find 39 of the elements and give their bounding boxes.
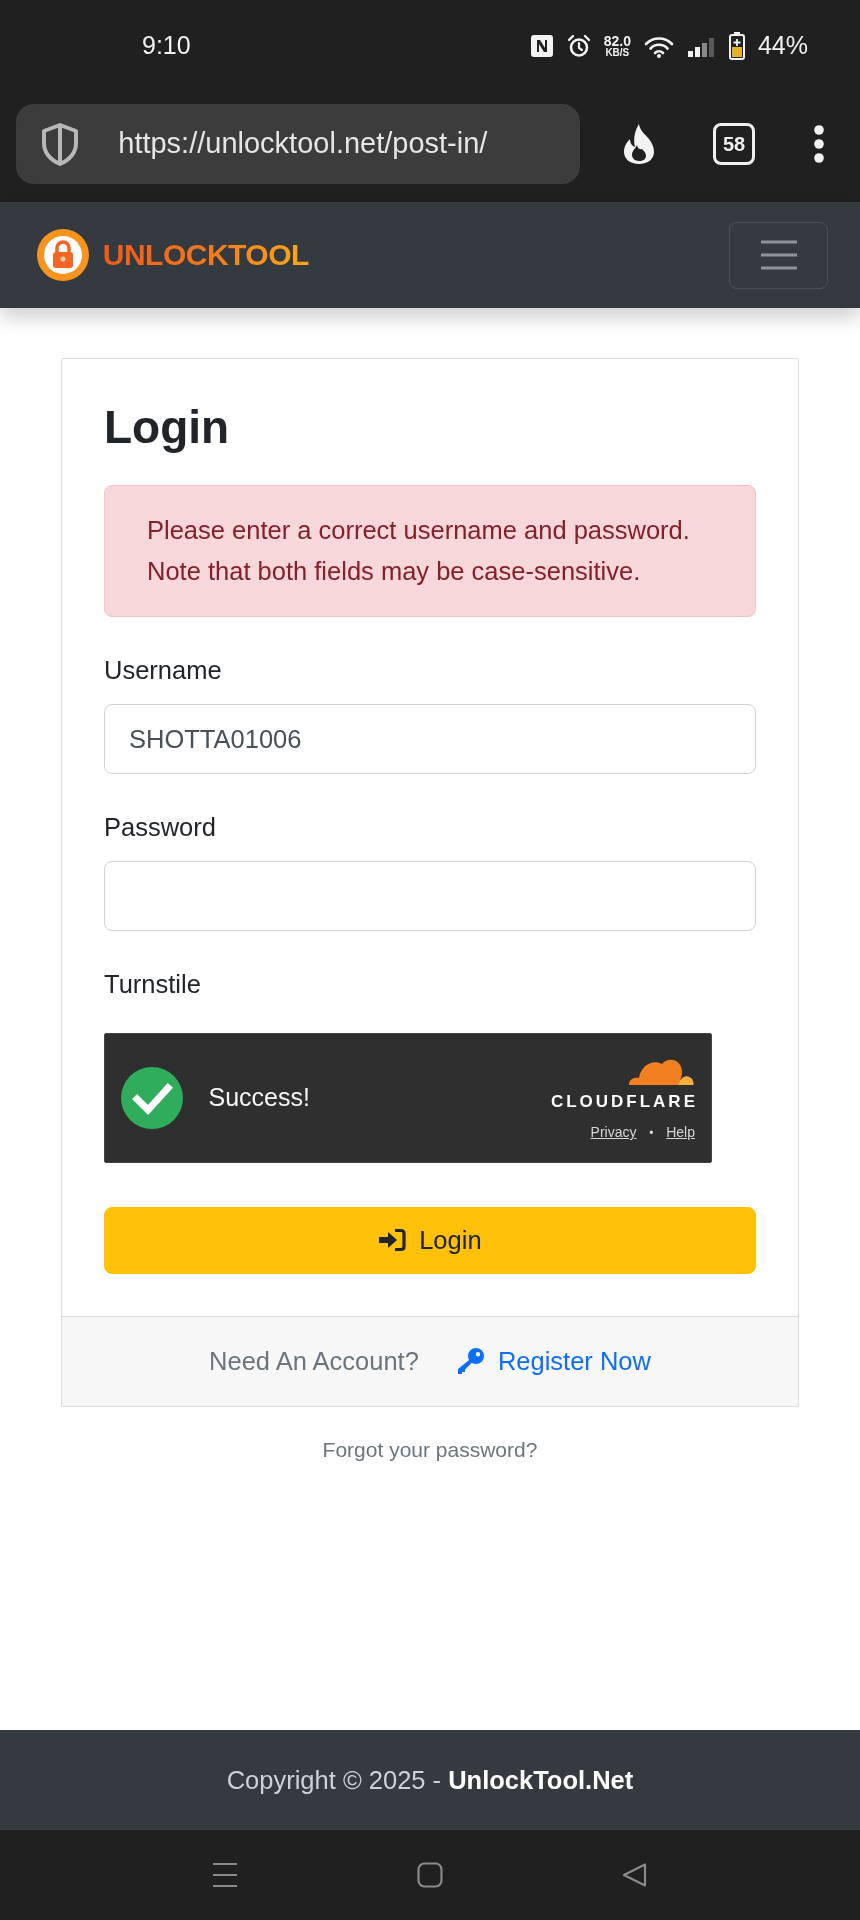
key-icon bbox=[457, 1347, 486, 1376]
text-input-field[interactable]: SHOTTA01006 bbox=[104, 704, 756, 775]
captcha-status: Success! bbox=[208, 1081, 310, 1113]
password-field[interactable] bbox=[104, 861, 756, 932]
navbar-toggler-button[interactable] bbox=[729, 221, 828, 289]
brand-wordmark: CLOUDFLARE bbox=[550, 1092, 698, 1110]
copyright-text: Copyright © 2025 - UnlockTool.Net bbox=[226, 1764, 634, 1796]
link-separator: • bbox=[649, 1124, 654, 1142]
network-speed-unit: KB/S bbox=[604, 48, 631, 58]
recent-apps-icon[interactable] bbox=[212, 1862, 238, 1888]
card-title: Login bbox=[104, 400, 231, 455]
battery-percentage: 44% bbox=[757, 30, 808, 62]
alarm-icon bbox=[566, 34, 591, 58]
address-bar[interactable]: https://unlocktool.net/post-in/ bbox=[16, 104, 580, 184]
sign-in-icon bbox=[378, 1228, 407, 1253]
flame-icon[interactable] bbox=[621, 123, 657, 165]
account-prompt: Need An Account? bbox=[209, 1346, 419, 1378]
more-options-icon[interactable] bbox=[813, 124, 825, 164]
widget-link[interactable]: Help bbox=[666, 1122, 695, 1144]
signal-icon bbox=[686, 35, 717, 57]
field-label: Turnstile bbox=[104, 969, 201, 1001]
login-button[interactable]: Login bbox=[104, 1206, 756, 1274]
tab-count-button[interactable]: 58 bbox=[713, 123, 755, 165]
menu-icon bbox=[759, 240, 798, 270]
lock-logo-icon bbox=[36, 228, 90, 282]
field-label: Password bbox=[104, 812, 216, 844]
error-message: Please enter a correct username and password. Note that both fields may be case-sensitive. bbox=[147, 516, 690, 586]
network-speed-value: 82.0 bbox=[603, 34, 631, 48]
register-link[interactable]: Register Now bbox=[457, 1342, 651, 1381]
battery-icon bbox=[729, 32, 746, 60]
widget-link[interactable]: Privacy bbox=[590, 1122, 637, 1144]
back-icon[interactable] bbox=[622, 1862, 648, 1888]
forgot-password-link[interactable]: Forgot your password? bbox=[322, 1437, 538, 1461]
shield-icon[interactable] bbox=[40, 122, 80, 166]
field-label: Username bbox=[104, 655, 222, 687]
home-icon[interactable] bbox=[417, 1862, 443, 1888]
clock-time: 9:10 bbox=[142, 30, 191, 62]
nfc-icon bbox=[530, 34, 555, 58]
wifi-icon bbox=[643, 34, 674, 58]
